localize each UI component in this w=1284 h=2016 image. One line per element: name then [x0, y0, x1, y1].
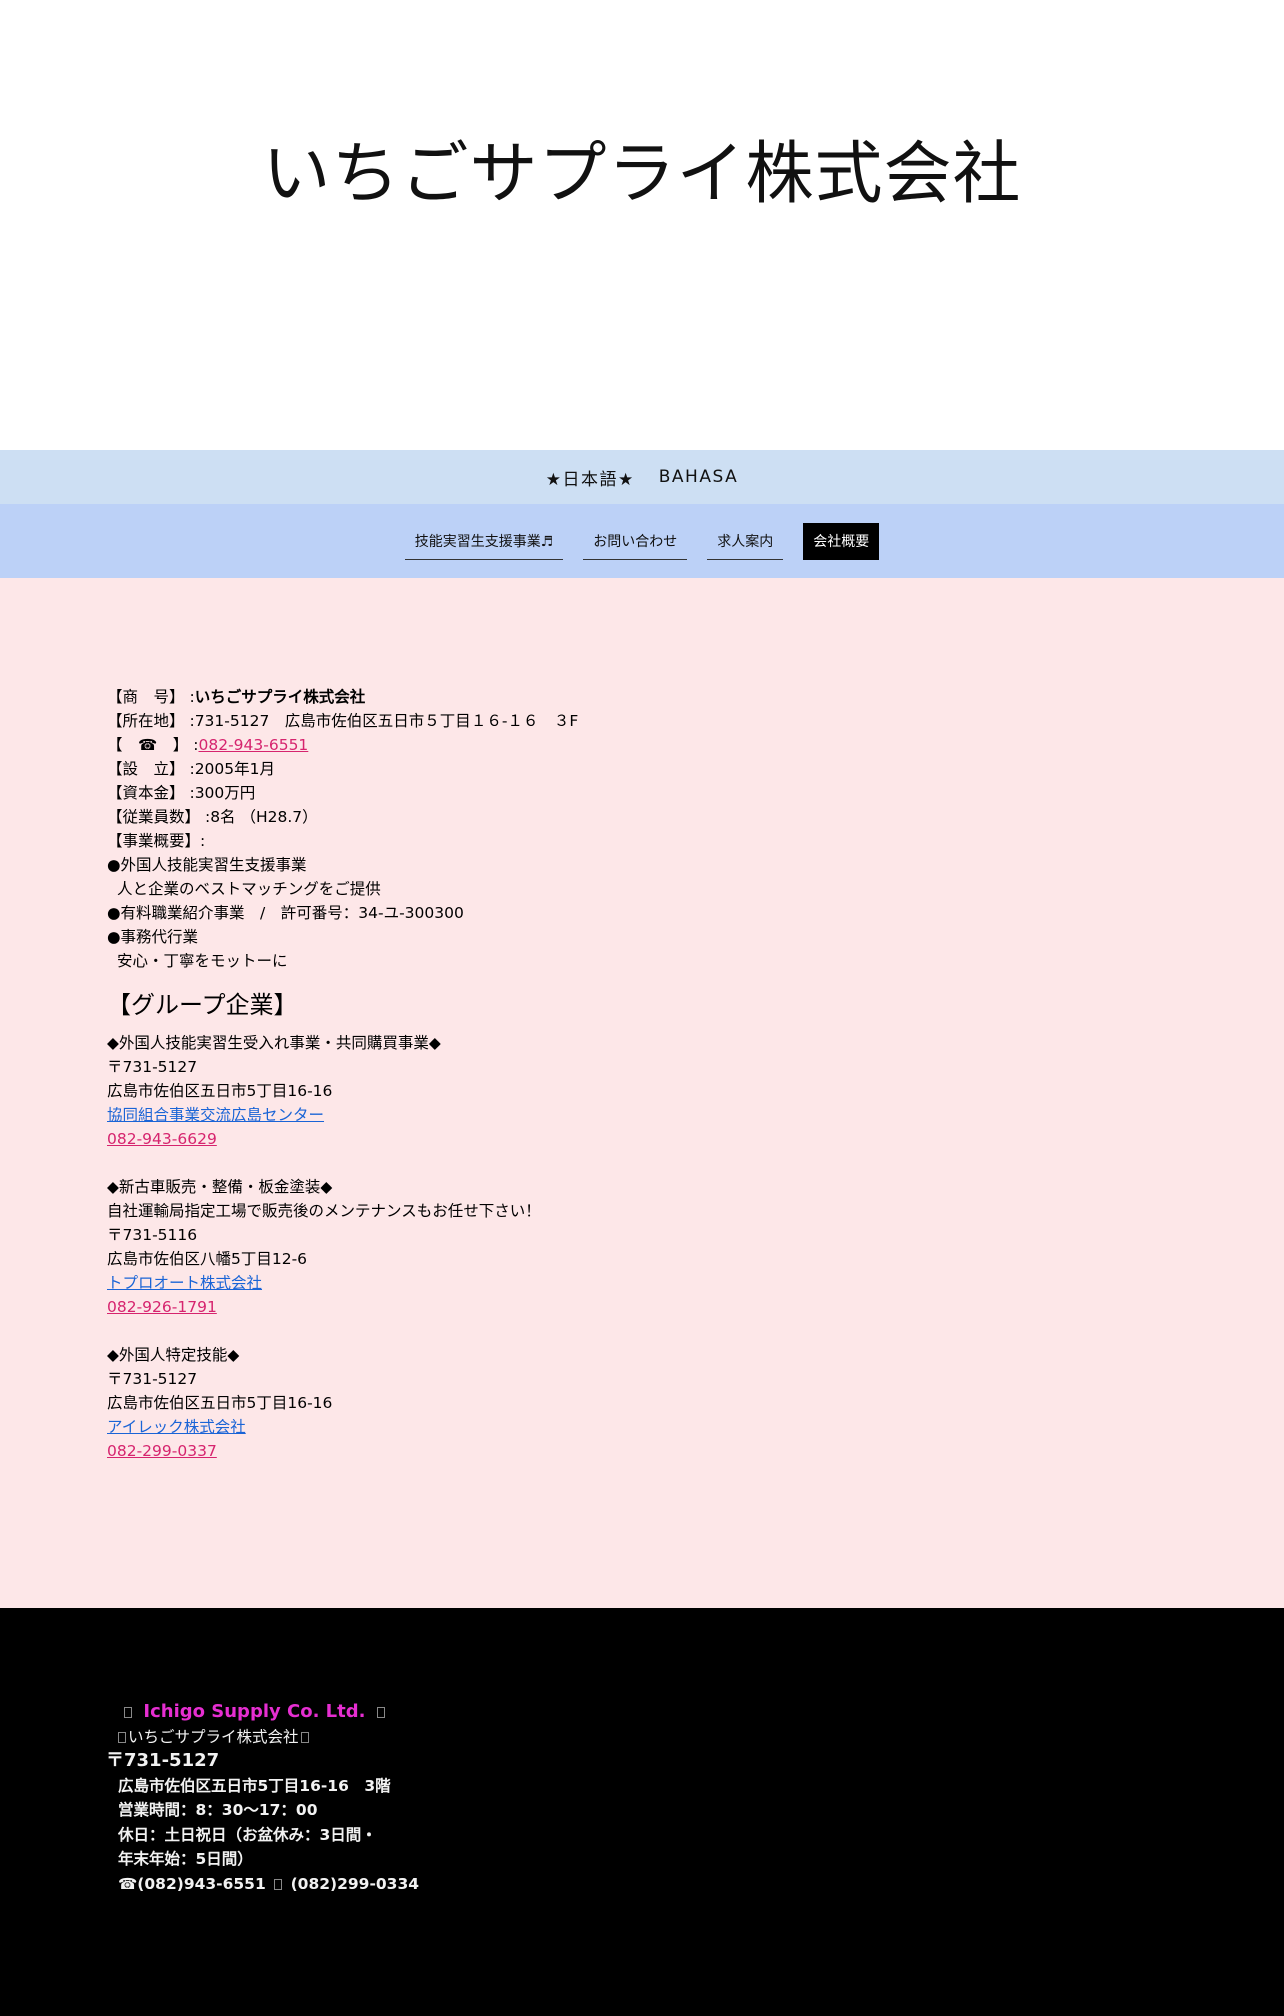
- group-entry: ◆新古車販売・整備・板金塗装◆ 自社運輸局指定工場で販売後のメンテナンスもお任せ…: [107, 1175, 1284, 1319]
- group-entry: ◆外国人技能実習生受入れ事業・共同購買事業◆ 〒731-5127 広島市佐伯区五…: [107, 1031, 1284, 1151]
- nav-item-contact[interactable]: お問い合わせ: [583, 523, 688, 560]
- footer-brand: Ichigo Supply Co. Ltd.: [143, 1701, 366, 1722]
- company-name-row: 【商 号】 :いちごサプライ株式会社: [107, 688, 366, 706]
- company-address-row: 【所在地】 :731-5127 広島市佐伯区五日市５丁目１６-１６ ３F: [107, 712, 579, 730]
- square-icon: [376, 1707, 385, 1718]
- group-postal: 〒731-5127: [107, 1058, 198, 1076]
- company-address-label: 【所在地】: [107, 712, 185, 730]
- company-employees-row: 【従業員数】 :8名 （H28.7）: [107, 808, 318, 826]
- business-item: ●外国人技能実習生支援事業: [107, 856, 307, 874]
- business-item: ●事務代行業: [107, 928, 199, 946]
- group-heading: ◆外国人特定技能◆: [107, 1346, 240, 1364]
- footer-address: 広島市佐伯区五日市5丁目16-16 3階: [118, 1776, 391, 1795]
- group-address: 広島市佐伯区五日市5丁目16-16: [107, 1082, 333, 1100]
- group-heading: ◆外国人技能実習生受入れ事業・共同購買事業◆: [107, 1034, 441, 1052]
- footer-contact-row: ☎(082)943-6551 (082)299-0334: [118, 1872, 1284, 1897]
- company-business-label: 【事業概要】: [107, 832, 201, 850]
- site-title: いちごサプライ株式会社: [262, 135, 1022, 214]
- main-content: 【商 号】 :いちごサプライ株式会社 【所在地】 :731-5127 広島市佐伯…: [0, 578, 1284, 1608]
- footer-fax: (082)299-0334: [290, 1874, 420, 1893]
- group-company-link[interactable]: トプロオート株式会社: [107, 1274, 262, 1292]
- business-item: 人と企業のベストマッチングをご提供: [117, 880, 381, 898]
- square-icon: [118, 1731, 126, 1743]
- footer: Ichigo Supply Co. Ltd. いちごサプライ株式会社 〒731-…: [0, 1608, 1284, 2016]
- company-capital-value: 300万円: [194, 784, 256, 802]
- group-tel-link[interactable]: 082-299-0337: [107, 1442, 217, 1460]
- group-entry: ◆外国人特定技能◆ 〒731-5127 広島市佐伯区五日市5丁目16-16 アイ…: [107, 1343, 1284, 1463]
- main-nav: 技能実習生支援事業♬ お問い合わせ 求人案内 会社概要: [0, 504, 1284, 578]
- group-address: 広島市佐伯区五日市5丁目16-16: [107, 1394, 333, 1412]
- footer-hours: 営業時間：8：30〜17：00: [118, 1801, 318, 1819]
- group-heading: ◆新古車販売・整備・板金塗装◆: [107, 1178, 333, 1196]
- nav-item-training-support[interactable]: 技能実習生支援事業♬: [404, 523, 564, 560]
- company-name-label: 【商 号】: [107, 688, 185, 706]
- group-note: 自社運輸局指定工場で販売後のメンテナンスもお任せ下さい！: [107, 1202, 541, 1220]
- company-tel-label: 【 ☎ 】: [107, 736, 189, 754]
- company-established-value: 2005年1月: [194, 760, 275, 778]
- language-bar: ★日本語★ BAHASA: [0, 450, 1284, 504]
- business-item: ●有料職業紹介事業 / 許可番号：34-ユ-300300: [107, 904, 464, 922]
- company-address-value: 731-5127 広島市佐伯区五日市５丁目１６-１６ ３F: [194, 712, 579, 730]
- company-tel-link[interactable]: 082-943-6551: [198, 736, 308, 754]
- group-postal: 〒731-5116: [107, 1226, 198, 1244]
- group-postal: 〒731-5127: [107, 1370, 198, 1388]
- group-address: 広島市佐伯区八幡5丁目12-6: [107, 1250, 308, 1268]
- company-established-row: 【設 立】 :2005年1月: [107, 760, 275, 778]
- group-company-link[interactable]: 協同組合事業交流広島センター: [107, 1106, 324, 1124]
- footer-company-name-row: いちごサプライ株式会社: [118, 1725, 1284, 1750]
- company-name-value: いちごサプライ株式会社: [194, 688, 366, 706]
- company-capital-label: 【資本金】: [107, 784, 185, 802]
- nav-item-company-profile[interactable]: 会社概要: [803, 522, 880, 560]
- group-company-link[interactable]: アイレック株式会社: [107, 1418, 246, 1436]
- square-icon: [300, 1731, 309, 1743]
- group-title: 【グループ企業】: [107, 991, 298, 1019]
- company-capital-row: 【資本金】 :300万円: [107, 784, 256, 802]
- fax-icon: [274, 1878, 283, 1890]
- lang-japanese-link[interactable]: ★日本語★: [546, 465, 635, 490]
- group-tel-link[interactable]: 082-943-6629: [107, 1130, 217, 1148]
- footer-holidays: 休日：土日祝日（お盆休み：3日間・: [118, 1825, 377, 1844]
- footer-company-name: いちごサプライ株式会社: [128, 1727, 299, 1746]
- square-icon: [124, 1707, 132, 1718]
- footer-postal: 〒731-5127: [106, 1750, 220, 1771]
- header: いちごサプライ株式会社: [0, 0, 1284, 450]
- company-employees-label: 【従業員数】: [107, 808, 201, 826]
- company-employees-value: 8名 （H28.7）: [210, 808, 318, 826]
- nav-item-recruit[interactable]: 求人案内: [707, 523, 784, 560]
- group-tel-link[interactable]: 082-926-1791: [107, 1298, 217, 1316]
- lang-bahasa-link[interactable]: BAHASA: [659, 467, 738, 487]
- footer-brand-row: Ichigo Supply Co. Ltd.: [118, 1700, 1284, 1725]
- company-business-row: 【事業概要】:: [107, 832, 206, 850]
- company-established-label: 【設 立】: [107, 760, 185, 778]
- footer-holidays-cont: 年末年始：5日間）: [118, 1850, 253, 1868]
- company-tel-row: 【 ☎ 】 :082-943-6551: [107, 736, 309, 754]
- business-item: 安心・丁寧をモットーに: [117, 952, 288, 970]
- footer-tel[interactable]: ☎(082)943-6551: [118, 1875, 266, 1893]
